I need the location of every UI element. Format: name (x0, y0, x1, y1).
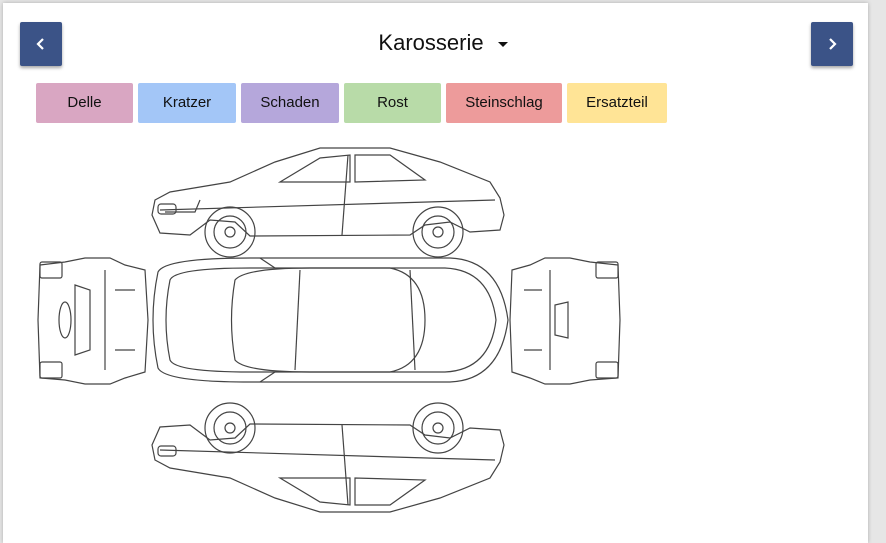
section-selector[interactable]: Karosserie (0, 30, 886, 56)
section-title: Karosserie (378, 30, 484, 55)
chip-ersatzteil[interactable]: Ersatzteil (567, 83, 667, 123)
car-outline-image (37, 147, 621, 513)
next-button[interactable] (811, 22, 853, 66)
caret-down-icon (497, 42, 508, 47)
chip-delle[interactable]: Delle (36, 83, 133, 123)
chip-kratzer[interactable]: Kratzer (138, 83, 236, 123)
chip-steinschlag[interactable]: Steinschlag (446, 83, 562, 123)
car-rear-view (509, 257, 621, 385)
car-side-right-view (151, 402, 505, 513)
car-side-left-view (151, 147, 505, 258)
chip-rost[interactable]: Rost (344, 83, 441, 123)
chevron-right-icon (829, 38, 837, 50)
damage-type-bar: Delle Kratzer Schaden Rost Steinschlag E… (36, 83, 667, 123)
car-top-view (152, 257, 509, 383)
car-front-view (37, 257, 149, 385)
car-diagram[interactable] (30, 140, 630, 525)
chip-schaden[interactable]: Schaden (241, 83, 339, 123)
